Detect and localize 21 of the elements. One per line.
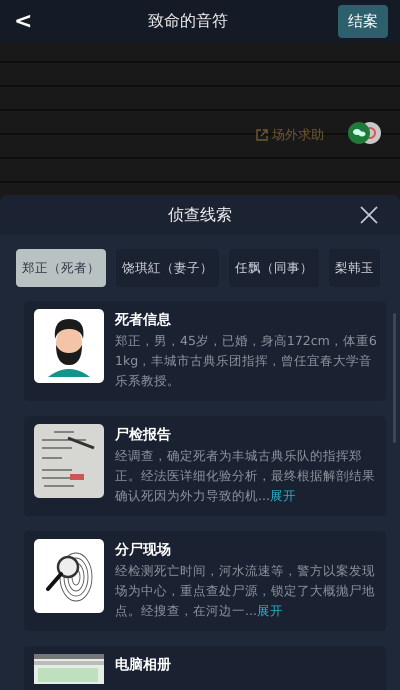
clue-card[interactable]: 死者信息 郑正，男，45岁，已婚，身高172cm，体重61kg，丰城市古典乐团指挥，曾任宜春大学音乐系教授。	[24, 301, 386, 401]
clue-title: 电脑相册	[115, 656, 172, 674]
clue-title: 分尸现场	[115, 541, 172, 559]
expand-link[interactable]: 展开	[270, 488, 296, 503]
expand-link[interactable]: 展开	[256, 603, 283, 618]
page-title: 致命的音符	[148, 10, 228, 32]
clue-title: 尸检报告	[115, 426, 172, 444]
clue-card[interactable]: 分尸现场 经检测死亡时间，河水流速等，警方以案发现场为中心，重点查处尸源，锁定了大概抛尸地点。经搜查，在河边一...展开	[24, 531, 386, 631]
suspect-tab[interactable]: 任飘（同事）	[229, 249, 319, 287]
suspect-tab[interactable]: 饶琪紅（妻子）	[116, 249, 219, 287]
back-button[interactable]: <	[8, 8, 38, 34]
clue-description: 经调查，确定死者为丰城古典乐队的指挥郑正。经法医详细化验分析，最终根据解剖结果确认死因为外力导致的机...展开	[115, 447, 376, 505]
suspect-tab[interactable]: 郑正（死者）	[16, 249, 106, 287]
sheet-title: 侦查线索	[168, 204, 232, 226]
clue-title: 死者信息	[115, 311, 172, 329]
suspect-tab[interactable]: 梨韩玉	[329, 249, 380, 287]
clue-card[interactable]: 尸检报告 经调查，确定死者为丰城古典乐队的指挥郑正。经法医详细化验分析，最终根据解剖结果确认死因为外力导致的机...展开	[24, 416, 386, 516]
close-case-button[interactable]: 结案	[338, 4, 388, 38]
clue-description: 郑正，男，45岁，已婚，身高172cm，体重61kg，丰城市古典乐团指挥，曾任宜春大学音乐系教授。	[115, 332, 378, 390]
clue-description: 经检测死亡时间，河水流速等，警方以案发现场为中心，重点查处尸源，锁定了大概抛尸地点。经搜查，在河边一...展开	[115, 562, 376, 620]
clue-card[interactable]: 电脑相册	[24, 646, 386, 690]
